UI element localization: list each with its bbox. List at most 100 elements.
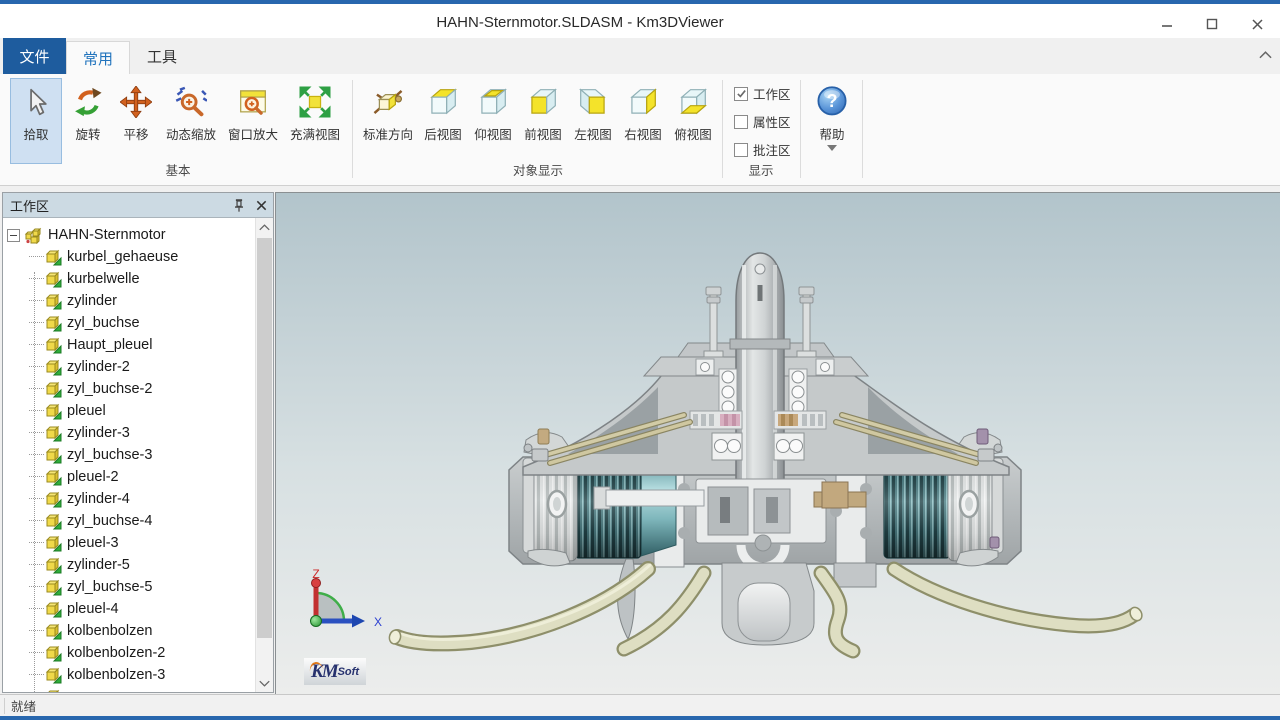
ribbon-button-standard-view[interactable]: 标准方向 [358,78,418,162]
cube-top-icon [677,85,709,119]
part-icon [45,425,62,442]
status-bar: 就绪 [0,694,1280,716]
tree-item[interactable]: kurbel_gehaeuse [3,246,255,268]
standard-view-cube-icon [372,85,404,119]
tree-item[interactable]: zyl_buchse-4 [3,510,255,532]
cube-bottom-icon [477,85,509,119]
maximize-button[interactable] [1197,14,1227,34]
ribbon-button-pan[interactable]: 平移 [112,78,160,162]
pin-panel-button[interactable] [229,195,249,215]
part-icon [45,513,62,530]
tree-scrollbar[interactable] [255,218,273,692]
window-bottom-accent [0,716,1280,720]
scrollbar-thumb[interactable] [257,238,272,638]
collapse-toggle[interactable] [7,229,20,242]
tree-item[interactable]: zylinder-3 [3,422,255,444]
window-title: HAHN-Sternmotor.SLDASM - Km3DViewer [0,14,1160,31]
pan-arrows-icon [120,85,152,119]
checkbox-box [734,87,748,101]
part-icon [45,293,62,310]
checkbox-box [734,143,748,157]
tree-item[interactable]: kurbelwelle [3,268,255,290]
ribbon-button-fit-view[interactable]: 充满视图 [284,78,346,162]
tree-item[interactable]: zyl_buchse [3,312,255,334]
group-label-object-display: 对象显示 [358,160,718,179]
help-icon [815,85,849,119]
cursor-icon [20,85,52,119]
cube-left-icon [577,85,609,119]
part-icon [45,469,62,486]
tab-home[interactable]: 常用 [66,41,130,74]
ribbon-button-left-view[interactable]: 左视图 [568,78,618,162]
tree-item[interactable]: zyl_buchse-3 [3,444,255,466]
cube-back-icon [427,85,459,119]
checkbox-workspace[interactable]: 工作区 [734,84,791,103]
part-icon [45,535,62,552]
ribbon-button-pick[interactable]: 拾取 [10,78,62,164]
scroll-up-button[interactable] [256,218,273,236]
tree-item[interactable]: zylinder-2 [3,356,255,378]
status-divider [4,698,5,714]
checkbox-box [734,115,748,129]
part-icon [45,601,62,618]
chevron-down-icon [259,680,270,687]
checkbox-properties[interactable]: 属性区 [734,112,791,131]
group-label-display: 显示 [722,160,800,179]
close-button[interactable] [1242,14,1272,34]
engine-model [276,193,1280,694]
group-separator [800,80,801,178]
checkbox-annotations[interactable]: 批注区 [734,140,791,159]
tree-item[interactable]: zylinder [3,290,255,312]
tree-item[interactable]: zylinder-5 [3,554,255,576]
close-panel-button[interactable] [251,195,271,215]
tree-item[interactable]: kolbenbolzen [3,620,255,642]
ribbon: 拾取 旋转 平移 动态缩放 窗口放大 充满视图 基本 标准方向 后视图 仰视图 … [0,74,1280,186]
tree-item-partial[interactable] [3,686,255,692]
minimize-button[interactable] [1152,14,1182,34]
part-icon [45,689,62,693]
ribbon-button-dynamic-zoom[interactable]: 动态缩放 [160,78,222,162]
scroll-down-button[interactable] [256,674,273,692]
tree-item[interactable]: kolbenbolzen-3 [3,664,255,686]
tree-item[interactable]: pleuel-2 [3,466,255,488]
ribbon-button-top-view[interactable]: 俯视图 [668,78,718,162]
part-icon [45,249,62,266]
cube-right-icon [627,85,659,119]
close-icon [1251,18,1264,31]
part-icon [45,381,62,398]
cube-front-icon [527,85,559,119]
part-icon [45,667,62,684]
viewport-canvas[interactable]: Z X KM Soft [275,192,1280,694]
ribbon-button-front-view[interactable]: 前视图 [518,78,568,162]
ribbon-button-rotate[interactable]: 旋转 [64,78,112,162]
tree-item[interactable]: pleuel [3,400,255,422]
part-icon [45,403,62,420]
tree-item[interactable]: zylinder-4 [3,488,255,510]
workspace-panel-title: 工作区 [10,196,229,215]
group-label-basic: 基本 [10,160,346,179]
tree-item[interactable]: kolbenbolzen-2 [3,642,255,664]
tree-item-root[interactable]: HAHN-Sternmotor [3,224,255,246]
close-icon [254,198,269,213]
ribbon-button-right-view[interactable]: 右视图 [618,78,668,162]
ribbon-button-bottom-view[interactable]: 仰视图 [468,78,518,162]
ribbon-collapse-button[interactable] [1254,44,1276,66]
tree-item[interactable]: zyl_buchse-5 [3,576,255,598]
title-bar: HAHN-Sternmotor.SLDASM - Km3DViewer [0,4,1280,38]
ribbon-button-back-view[interactable]: 后视图 [418,78,468,162]
window-zoom-icon [237,85,269,119]
ribbon-tab-bar: 文件 常用 工具 [0,38,1280,74]
help-button[interactable]: 帮助 [806,78,858,162]
chevron-up-icon [1259,51,1272,59]
tree-item[interactable]: pleuel-3 [3,532,255,554]
ribbon-button-window-zoom[interactable]: 窗口放大 [222,78,284,162]
tab-tools[interactable]: 工具 [130,38,194,74]
tree-item[interactable]: pleuel-4 [3,598,255,620]
tree-item[interactable]: zyl_buchse-2 [3,378,255,400]
part-icon [45,271,62,288]
dynamic-zoom-icon [175,85,207,119]
tab-file[interactable]: 文件 [3,38,66,74]
part-icon [45,447,62,464]
tree-item[interactable]: Haupt_pleuel [3,334,255,356]
assembly-tree: HAHN-Sternmotor kurbel_gehaeuse kurbelwe… [3,218,255,692]
